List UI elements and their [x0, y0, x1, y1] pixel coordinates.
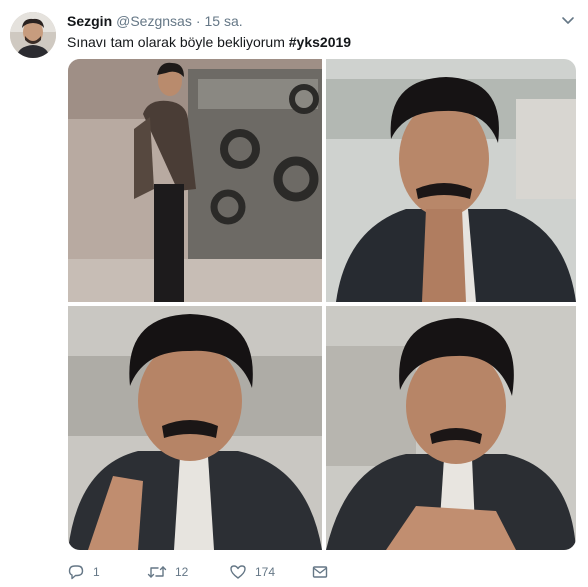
tweet-body: Sınavı tam olarak böyle bekliyorum [67, 34, 285, 50]
like-button[interactable]: 174 [229, 560, 275, 584]
timestamp[interactable]: 15 sa. [205, 13, 243, 29]
tweet-text: Sınavı tam olarak böyle bekliyorum #yks2… [67, 33, 351, 51]
reply-button[interactable]: 1 [67, 560, 100, 584]
heart-icon [229, 563, 247, 581]
media-image-3[interactable] [68, 306, 322, 550]
retweet-count: 12 [175, 565, 189, 579]
reply-count: 1 [93, 565, 100, 579]
tweet-header: Sezgin @Sezgnsas · 15 sa. [67, 12, 243, 30]
user-handle[interactable]: @Sezgnsas [116, 13, 192, 29]
hashtag-link[interactable]: #yks2019 [289, 34, 351, 50]
envelope-icon [311, 563, 329, 581]
tweet-actions: 1 12 174 [67, 560, 367, 584]
direct-message-button[interactable] [311, 560, 329, 584]
separator-dot: · [195, 13, 201, 29]
avatar[interactable] [10, 12, 56, 58]
user-name[interactable]: Sezgin [67, 13, 112, 29]
retweet-icon [147, 563, 167, 581]
media-image-2[interactable] [326, 59, 576, 302]
media-grid[interactable] [68, 59, 576, 550]
media-image-4[interactable] [326, 306, 576, 550]
retweet-button[interactable]: 12 [147, 560, 188, 584]
like-count: 174 [255, 565, 276, 579]
tweet[interactable]: Sezgin @Sezgnsas · 15 sa. Sınavı tam olarak… [0, 0, 588, 587]
media-image-1[interactable] [68, 59, 322, 302]
chevron-down-icon[interactable] [560, 12, 576, 28]
reply-icon [67, 563, 85, 581]
